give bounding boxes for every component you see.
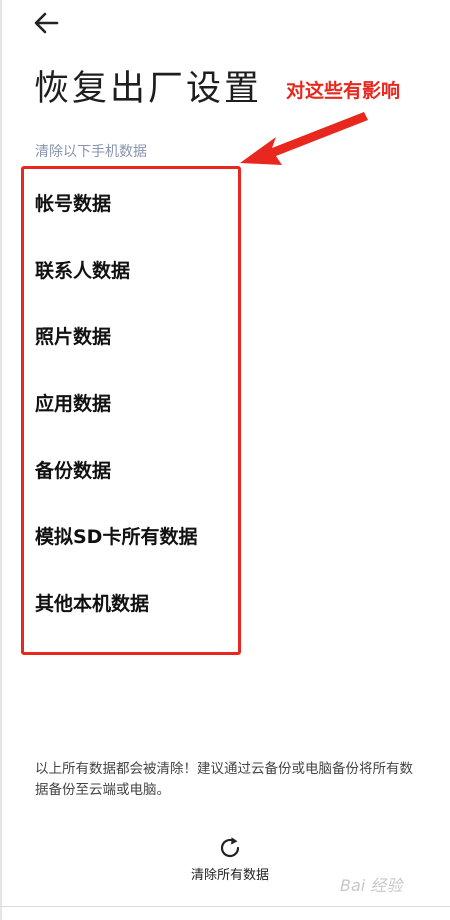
annotation-arrow (240, 112, 368, 165)
list-item-backup-data: 备份数据 (35, 459, 112, 482)
clear-all-data-button[interactable]: 清除所有数据 (175, 836, 285, 890)
list-item-contacts-data: 联系人数据 (35, 259, 131, 282)
footer-warning-note: 以上所有数据都会被清除！建议通过云备份或电脑备份将所有数据备份至云端或电脑。 (35, 761, 413, 798)
data-list: 帐号数据 联系人数据 照片数据 应用数据 备份数据 模拟SD卡所有数据 其他本机… (35, 187, 197, 654)
list-item-other-local-data: 其他本机数据 (35, 593, 150, 616)
list-item-account-data: 帐号数据 (35, 193, 112, 215)
watermark-logo: Bai 经验 (340, 876, 403, 895)
back-button[interactable] (30, 8, 64, 38)
page-title: 恢复出厂设置 (34, 69, 263, 109)
section-label: 清除以下手机数据 (35, 144, 147, 160)
bottom-divider (0, 906, 450, 907)
list-item-sd-card-data: 模拟SD卡所有数据 (35, 526, 198, 549)
list-item-photos-data: 照片数据 (35, 326, 112, 349)
clear-all-data-label: 清除所有数据 (190, 868, 269, 883)
list-item-apps-data: 应用数据 (35, 393, 112, 416)
refresh-icon (220, 837, 240, 858)
arrow-left-icon (34, 12, 59, 34)
left-edge-divider (0, 0, 2, 920)
